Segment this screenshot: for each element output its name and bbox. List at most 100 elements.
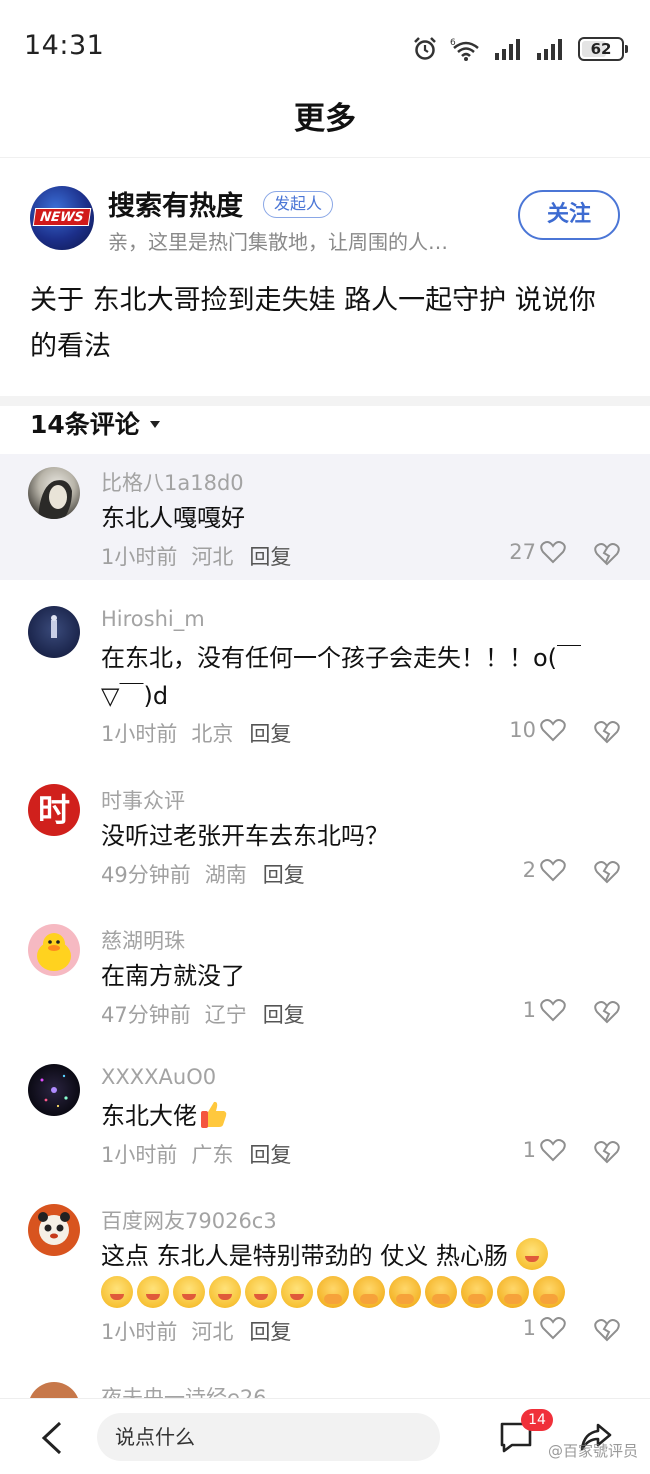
- avatar[interactable]: [28, 924, 80, 976]
- comment-meta: 1小时前 北京 回复: [101, 718, 291, 748]
- heart-icon: [540, 1317, 566, 1340]
- avatar[interactable]: [28, 1382, 80, 1398]
- dislike-button[interactable]: [594, 1140, 620, 1168]
- page-title: 更多: [294, 101, 356, 137]
- like-button[interactable]: 10: [509, 718, 566, 742]
- signal-icon: [495, 39, 520, 60]
- comment-item[interactable]: 夜未央一诗经e26: [0, 1372, 650, 1398]
- heart-icon: [540, 859, 566, 882]
- broken-heart-icon: [594, 1141, 620, 1164]
- pleading-face-emoji-icon: [515, 1238, 548, 1270]
- alarm-icon: [414, 37, 436, 60]
- comment-time: 1小时前: [101, 545, 178, 569]
- follow-button[interactable]: 关注: [518, 190, 620, 240]
- reply-button[interactable]: 回复: [249, 1320, 291, 1344]
- pleading-face-emoji-icon: [245, 1276, 277, 1308]
- comment-sort-dropdown[interactable]: 14条评论: [30, 405, 160, 441]
- avatar[interactable]: [28, 1064, 80, 1116]
- comment-meta: 49分钟前 湖南 回复: [101, 859, 305, 889]
- comment-item[interactable]: XXXXAuO0 东北大佬 1小时前 广东 回复 1: [0, 1052, 650, 1172]
- fist-mouth-emoji-icon: [317, 1276, 349, 1308]
- avatar[interactable]: [28, 467, 80, 519]
- caret-down-icon: [149, 420, 160, 428]
- reply-button[interactable]: 回复: [249, 722, 291, 746]
- fist-mouth-emoji-icon: [425, 1276, 457, 1308]
- reply-button[interactable]: 回复: [263, 863, 305, 887]
- heart-icon: [540, 719, 566, 742]
- comment-location: 广东: [191, 1143, 234, 1167]
- comment-time: 1小时前: [101, 1143, 178, 1167]
- fist-mouth-emoji-icon: [389, 1276, 421, 1308]
- dislike-button[interactable]: [594, 860, 620, 888]
- comment-input[interactable]: 说点什么: [97, 1413, 440, 1461]
- comment-item[interactable]: 百度网友79026c3 这点 东北人是特别带劲的 仗义 热心肠 1小时前 河北 回复…: [0, 1192, 650, 1362]
- comment-count-label: 14条评论: [30, 410, 140, 439]
- comment-count-badge: 14: [521, 1409, 553, 1431]
- comment-text: 在南方就没了: [101, 962, 245, 990]
- like-count: 1: [522, 998, 536, 1022]
- comment-item[interactable]: 慈湖明珠 在南方就没了 47分钟前 辽宁 回复 1: [0, 912, 650, 1032]
- like-button[interactable]: 1: [523, 1138, 566, 1162]
- comment-item[interactable]: 比格八1a18d0 东北人嘎嘎好 1小时前 河北 回复 27: [0, 454, 650, 580]
- status-icons: 6 62: [412, 34, 628, 64]
- dislike-button[interactable]: [594, 542, 620, 570]
- fist-mouth-emoji-icon: [353, 1276, 385, 1308]
- like-count: 27: [509, 540, 536, 564]
- dislike-button[interactable]: [594, 1000, 620, 1028]
- dislike-button[interactable]: [594, 720, 620, 748]
- pleading-face-emoji-icon: [209, 1276, 241, 1308]
- fist-mouth-emoji-icon: [533, 1276, 565, 1308]
- dislike-button[interactable]: [594, 1318, 620, 1346]
- comment-meta: 47分钟前 辽宁 回复: [101, 999, 305, 1029]
- comment-username[interactable]: 慈湖明珠: [101, 925, 185, 955]
- comment-text: 东北人嘎嘎好: [101, 504, 245, 532]
- broken-heart-icon: [594, 721, 620, 744]
- like-button[interactable]: 1: [523, 998, 566, 1022]
- status-time: 14:31: [24, 30, 105, 61]
- comment-text: 东北大佬: [101, 1102, 197, 1130]
- news-logo: NEWS: [32, 208, 92, 226]
- comment-time: 49分钟前: [101, 863, 191, 887]
- like-button[interactable]: 1: [523, 1316, 566, 1340]
- comment-username[interactable]: 百度网友79026c3: [101, 1205, 277, 1235]
- battery-icon: 62: [578, 37, 628, 61]
- topic-name[interactable]: 搜索有热度: [108, 184, 243, 223]
- bottom-bar: 说点什么 14: [0, 1398, 650, 1474]
- comment-username[interactable]: Hiroshi_m: [101, 607, 205, 631]
- reply-button[interactable]: 回复: [263, 1003, 305, 1027]
- reply-button[interactable]: 回复: [249, 1143, 291, 1167]
- pleading-face-emoji-icon: [173, 1276, 205, 1308]
- topic-description: 亲，这里是热门集散地，让周围的人…: [108, 230, 448, 254]
- like-button[interactable]: 27: [509, 540, 566, 564]
- comment-time: 1小时前: [101, 722, 178, 746]
- like-count: 1: [522, 1316, 536, 1340]
- signal-icon-2: [537, 39, 562, 60]
- comment-location: 湖南: [204, 863, 247, 887]
- back-arrow-icon[interactable]: [38, 1421, 68, 1455]
- comment-username[interactable]: 比格八1a18d0: [101, 467, 244, 497]
- watermark: @百家號评员: [547, 1442, 638, 1460]
- like-count: 1: [522, 1138, 536, 1162]
- comment-meta: 1小时前 河北 回复: [101, 1316, 291, 1346]
- comment-item[interactable]: 时 时事众评 没听过老张开车去东北吗？ 49分钟前 湖南 回复 2: [0, 772, 650, 892]
- comment-meta: 1小时前 河北 回复: [101, 541, 291, 571]
- comment-time: 1小时前: [101, 1320, 178, 1344]
- avatar[interactable]: [28, 606, 80, 658]
- comment-username[interactable]: 夜未央一诗经e26: [101, 1382, 267, 1398]
- comment-location: 北京: [191, 722, 234, 746]
- broken-heart-icon: [594, 861, 620, 884]
- avatar-char: 时: [37, 791, 70, 829]
- comment-username[interactable]: XXXXAuO0: [101, 1065, 216, 1089]
- thumbs-up-emoji-icon: [201, 1101, 227, 1128]
- avatar[interactable]: 时: [28, 784, 80, 836]
- reply-button[interactable]: 回复: [249, 545, 291, 569]
- comment-location: 河北: [191, 1320, 234, 1344]
- comment-text: 没听过老张开车去东北吗？: [101, 822, 389, 850]
- comment-username[interactable]: 时事众评: [101, 785, 185, 815]
- comment-item[interactable]: Hiroshi_m 在东北，没有任何一个孩子会走失！！！o(￣▽￣)d 1小时前…: [0, 594, 650, 764]
- initiator-badge: 发起人: [263, 191, 334, 218]
- like-count: 2: [522, 858, 536, 882]
- avatar[interactable]: [28, 1204, 80, 1256]
- topic-avatar[interactable]: NEWS: [30, 186, 94, 250]
- like-button[interactable]: 2: [523, 858, 566, 882]
